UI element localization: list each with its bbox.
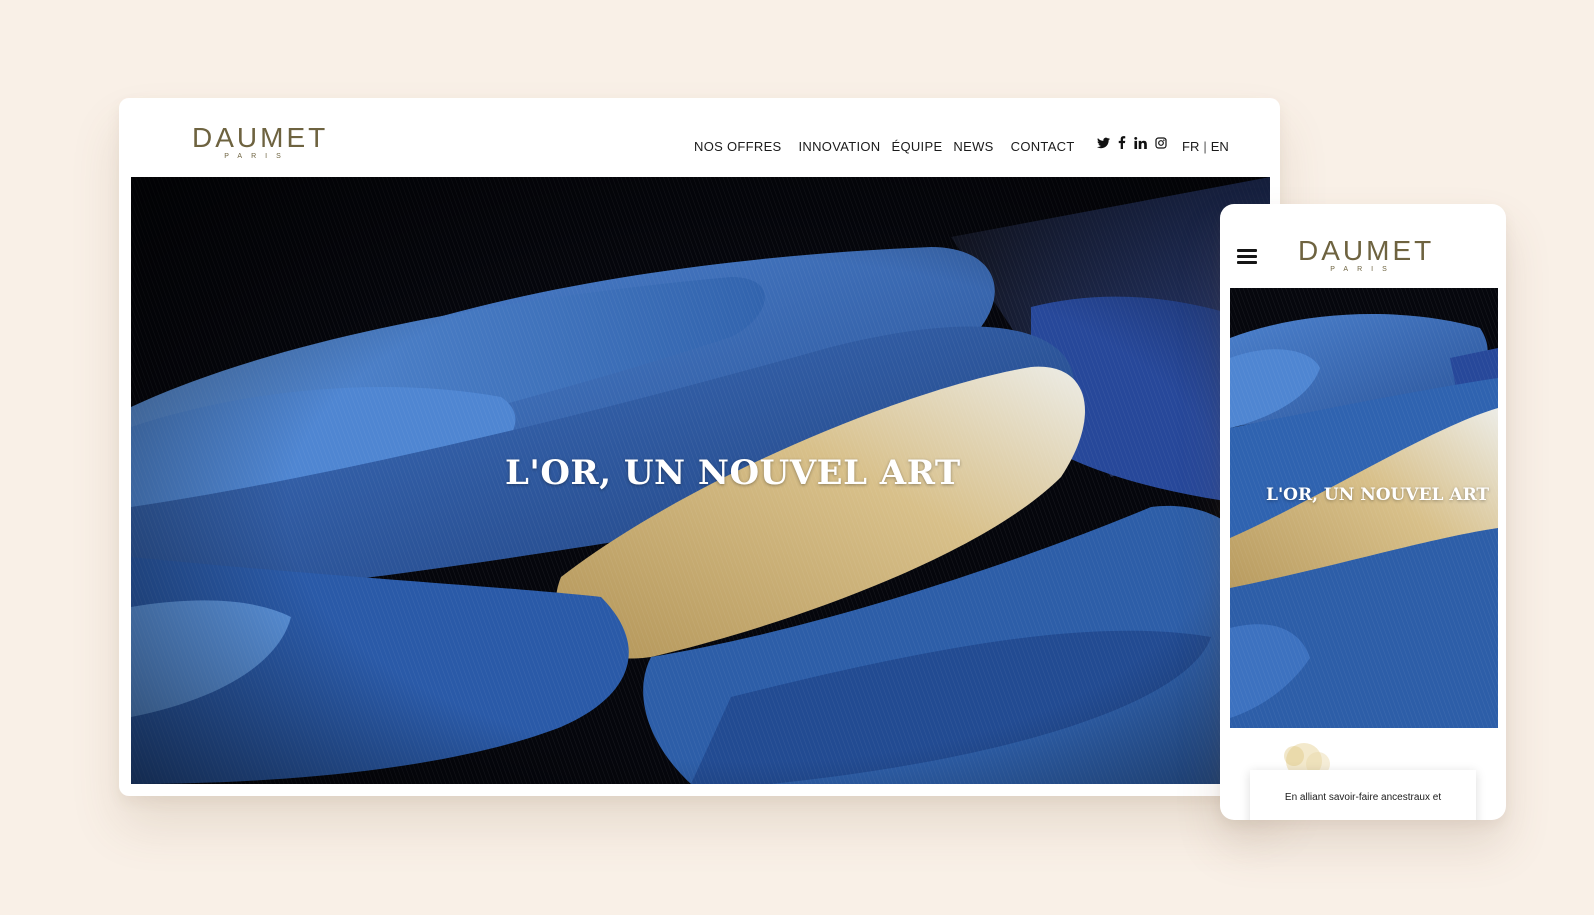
lang-fr[interactable]: FR (1182, 139, 1199, 154)
mobile-brand-name: DAUMET (1298, 235, 1435, 266)
desktop-mockup: DAUMET PARIS NOS OFFRES INNOVATION ÉQUIP… (119, 98, 1280, 796)
instagram-icon[interactable] (1155, 136, 1167, 149)
facebook-icon[interactable] (1118, 136, 1126, 149)
linkedin-icon[interactable] (1134, 136, 1147, 149)
language-switcher: FR | EN (1182, 139, 1229, 154)
mobile-feathers-image (1230, 288, 1498, 728)
brand-subtitle: PARIS (224, 153, 290, 160)
site-header: DAUMET PARIS NOS OFFRES INNOVATION ÉQUIP… (119, 98, 1280, 176)
hero-title: L'OR, UN NOUVEL ART (505, 453, 961, 493)
lang-en[interactable]: EN (1211, 139, 1229, 154)
twitter-icon[interactable] (1097, 137, 1110, 149)
mobile-hero-banner: L'OR, UN NOUVEL ART (1230, 288, 1498, 728)
nav-item-innovation[interactable]: INNOVATION (799, 139, 881, 154)
brand-logo[interactable]: DAUMET PARIS (192, 122, 329, 161)
brand-name: DAUMET (192, 122, 329, 153)
mobile-brand-subtitle: PARIS (1330, 266, 1396, 273)
main-nav: NOS OFFRES INNOVATION ÉQUIPE NEWS CONTAC… (694, 139, 1092, 154)
mobile-hero-title: L'OR, UN NOUVEL ART (1266, 485, 1490, 505)
nav-item-contact[interactable]: CONTACT (1011, 139, 1075, 154)
nav-item-nos-offres[interactable]: NOS OFFRES (694, 139, 782, 154)
mobile-mockup: DAUMET PARIS L'OR, UN NOUVEL ART En alli… (1220, 204, 1506, 820)
intro-card: En alliant savoir-faire ancestraux et (1250, 770, 1476, 820)
nav-item-news[interactable]: NEWS (953, 139, 993, 154)
showcase-background: DAUMET PARIS NOS OFFRES INNOVATION ÉQUIP… (0, 0, 1594, 915)
social-links (1097, 136, 1175, 149)
mobile-brand-logo[interactable]: DAUMET PARIS (1298, 235, 1435, 274)
nav-item-equipe[interactable]: ÉQUIPE (891, 139, 942, 154)
lang-separator: | (1203, 139, 1207, 154)
hero-banner: L'OR, UN NOUVEL ART (131, 177, 1270, 784)
hamburger-icon[interactable] (1237, 249, 1257, 267)
intro-text: En alliant savoir-faire ancestraux et (1284, 792, 1442, 803)
